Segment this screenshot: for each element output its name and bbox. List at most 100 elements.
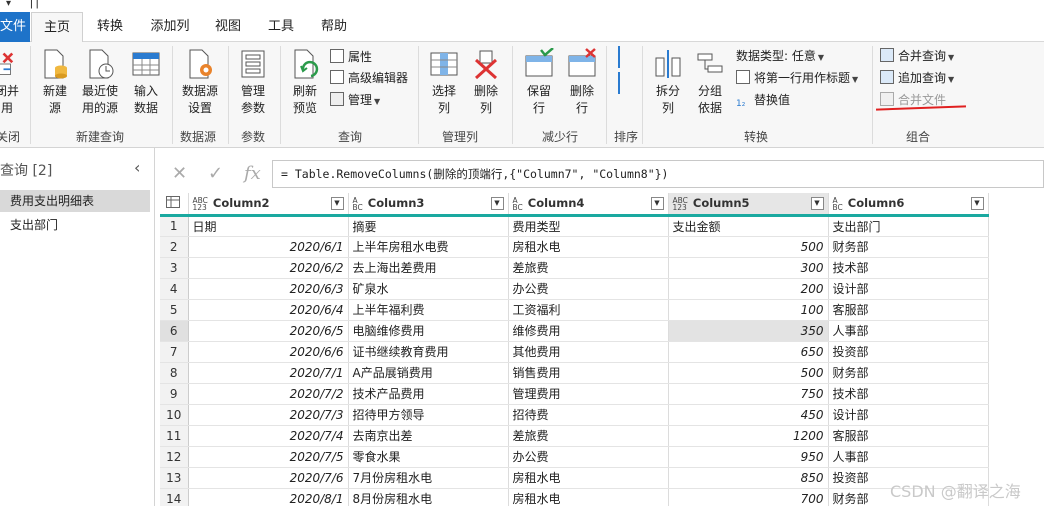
tab-home[interactable]: 主页 xyxy=(31,12,83,43)
row-number[interactable]: 6 xyxy=(160,320,189,342)
table-cell[interactable]: 房租水电 xyxy=(508,236,669,258)
new-source-button[interactable]: 新建 源 xyxy=(36,48,74,117)
row-number[interactable]: 10 xyxy=(160,404,189,426)
table-cell[interactable]: 技术部 xyxy=(828,383,989,405)
recent-sources-button[interactable]: 最近使 用的源 xyxy=(76,48,124,117)
select-all-corner[interactable] xyxy=(160,193,189,217)
table-cell[interactable]: 日期 xyxy=(188,215,349,237)
table-cell[interactable]: 技术部 xyxy=(828,257,989,279)
table-cell[interactable]: 设计部 xyxy=(828,278,989,300)
use-first-row-header-button[interactable]: 将第一行用作标题 ▼ xyxy=(736,69,858,89)
tab-file[interactable]: 文件 xyxy=(0,12,30,42)
properties-button[interactable]: 属性 xyxy=(330,48,372,66)
table-cell[interactable]: 300 xyxy=(668,257,829,279)
column-header-column4[interactable]: A BC Column4 ▼ xyxy=(508,193,669,217)
query-item-expense-detail[interactable]: 费用支出明细表 xyxy=(0,190,150,212)
table-cell[interactable]: 2020/6/2 xyxy=(188,257,349,279)
column-filter-dropdown[interactable]: ▼ xyxy=(810,197,824,210)
row-number[interactable]: 12 xyxy=(160,446,189,468)
table-cell[interactable]: 2020/7/1 xyxy=(188,362,349,384)
column-header-column2[interactable]: ABC 123 Column2 ▼ xyxy=(188,193,349,217)
table-cell[interactable]: 技术产品费用 xyxy=(348,383,509,405)
table-cell[interactable]: 客服部 xyxy=(828,425,989,447)
table-cell[interactable]: 2020/6/4 xyxy=(188,299,349,321)
table-row[interactable]: 3 2020/6/2 去上海出差费用 差旅费 300 技术部 xyxy=(160,257,989,279)
row-number[interactable]: 14 xyxy=(160,488,189,506)
table-cell[interactable]: 差旅费 xyxy=(508,257,669,279)
quick-access-dropdown-icon[interactable]: ▾ xyxy=(6,0,11,9)
table-cell[interactable]: 管理费用 xyxy=(508,383,669,405)
row-number[interactable]: 13 xyxy=(160,467,189,489)
replace-values-button[interactable]: 1₂ 替换值 xyxy=(736,91,790,109)
query-item-department[interactable]: 支出部门 xyxy=(0,214,150,236)
row-number[interactable]: 5 xyxy=(160,299,189,321)
confirm-formula-icon[interactable]: ✓ xyxy=(208,163,223,184)
row-number[interactable]: 1 xyxy=(160,215,189,237)
table-cell[interactable]: 财务部 xyxy=(828,236,989,258)
table-row[interactable]: 5 2020/6/4 上半年福利费 工资福利 100 客服部 xyxy=(160,299,989,321)
tab-view[interactable]: 视图 xyxy=(206,12,250,42)
table-cell[interactable]: 650 xyxy=(668,341,829,363)
table-cell[interactable]: 人事部 xyxy=(828,320,989,342)
table-cell[interactable]: 财务部 xyxy=(828,362,989,384)
table-cell[interactable]: 销售费用 xyxy=(508,362,669,384)
table-cell[interactable]: 100 xyxy=(668,299,829,321)
table-cell[interactable]: 350 xyxy=(668,320,829,342)
table-cell[interactable]: 2020/7/4 xyxy=(188,425,349,447)
tab-add-column[interactable]: 添加列 xyxy=(143,12,197,42)
table-cell[interactable]: 8月份房租水电 xyxy=(348,488,509,506)
table-cell[interactable]: 950 xyxy=(668,446,829,468)
table-cell[interactable]: 证书继续教育费用 xyxy=(348,341,509,363)
merge-queries-button[interactable]: 合并查询 ▼ xyxy=(880,47,954,67)
table-cell[interactable]: 2020/6/1 xyxy=(188,236,349,258)
table-cell[interactable]: 200 xyxy=(668,278,829,300)
row-number[interactable]: 3 xyxy=(160,257,189,279)
manage-parameters-button[interactable]: 管理 参数 xyxy=(232,48,274,117)
table-cell[interactable]: 人事部 xyxy=(828,446,989,468)
table-cell[interactable]: 客服部 xyxy=(828,299,989,321)
table-cell[interactable]: 750 xyxy=(668,383,829,405)
quick-access-save-icon[interactable]: ⌈⌉ xyxy=(30,0,39,10)
remove-rows-button[interactable]: 删除 行 xyxy=(562,48,602,117)
table-cell[interactable]: 1200 xyxy=(668,425,829,447)
cancel-formula-icon[interactable]: ✕ xyxy=(172,163,187,184)
table-cell[interactable]: 办公费 xyxy=(508,278,669,300)
tab-help[interactable]: 帮助 xyxy=(312,12,356,42)
close-apply-button[interactable]: 闭并 用 xyxy=(0,48,22,117)
column-filter-dropdown[interactable]: ▼ xyxy=(650,197,664,210)
row-number[interactable]: 2 xyxy=(160,236,189,258)
row-number[interactable]: 8 xyxy=(160,362,189,384)
keep-rows-button[interactable]: 保留 行 xyxy=(518,48,560,117)
table-cell[interactable]: A产品展销费用 xyxy=(348,362,509,384)
table-cell[interactable]: 费用类型 xyxy=(508,215,669,237)
table-cell[interactable]: 矿泉水 xyxy=(348,278,509,300)
table-cell[interactable]: 2020/7/6 xyxy=(188,467,349,489)
table-cell[interactable]: 办公费 xyxy=(508,446,669,468)
table-cell[interactable]: 摘要 xyxy=(348,215,509,237)
remove-columns-button[interactable]: 删除 列 xyxy=(466,48,506,117)
collapse-pane-icon[interactable]: ‹ xyxy=(134,158,140,177)
data-source-settings-button[interactable]: 数据源 设置 xyxy=(176,48,224,117)
table-row[interactable]: 2 2020/6/1 上半年房租水电费 房租水电 500 财务部 xyxy=(160,236,989,258)
table-cell[interactable]: 2020/7/3 xyxy=(188,404,349,426)
column-filter-dropdown[interactable]: ▼ xyxy=(330,197,344,210)
table-cell[interactable]: 850 xyxy=(668,467,829,489)
advanced-editor-button[interactable]: 高级编辑器 xyxy=(330,69,408,87)
table-cell[interactable]: 招待费 xyxy=(508,404,669,426)
table-cell[interactable]: 2020/7/2 xyxy=(188,383,349,405)
row-number[interactable]: 4 xyxy=(160,278,189,300)
table-cell[interactable]: 差旅费 xyxy=(508,425,669,447)
table-cell[interactable]: 上半年房租水电费 xyxy=(348,236,509,258)
row-number[interactable]: 11 xyxy=(160,425,189,447)
manage-query-button[interactable]: 管理 ▼ xyxy=(330,91,380,111)
table-cell[interactable]: 2020/8/1 xyxy=(188,488,349,506)
function-icon[interactable]: fx xyxy=(244,163,261,184)
split-column-button[interactable]: 拆分 列 xyxy=(648,48,688,117)
column-header-column5[interactable]: ABC 123 Column5 ▼ xyxy=(668,193,829,217)
table-row[interactable]: 4 2020/6/3 矿泉水 办公费 200 设计部 xyxy=(160,278,989,300)
table-cell[interactable]: 其他费用 xyxy=(508,341,669,363)
sort-descending-button[interactable] xyxy=(618,72,632,96)
table-cell[interactable]: 维修费用 xyxy=(508,320,669,342)
append-queries-button[interactable]: 追加查询 ▼ xyxy=(880,69,954,89)
table-row[interactable]: 9 2020/7/2 技术产品费用 管理费用 750 技术部 xyxy=(160,383,989,405)
